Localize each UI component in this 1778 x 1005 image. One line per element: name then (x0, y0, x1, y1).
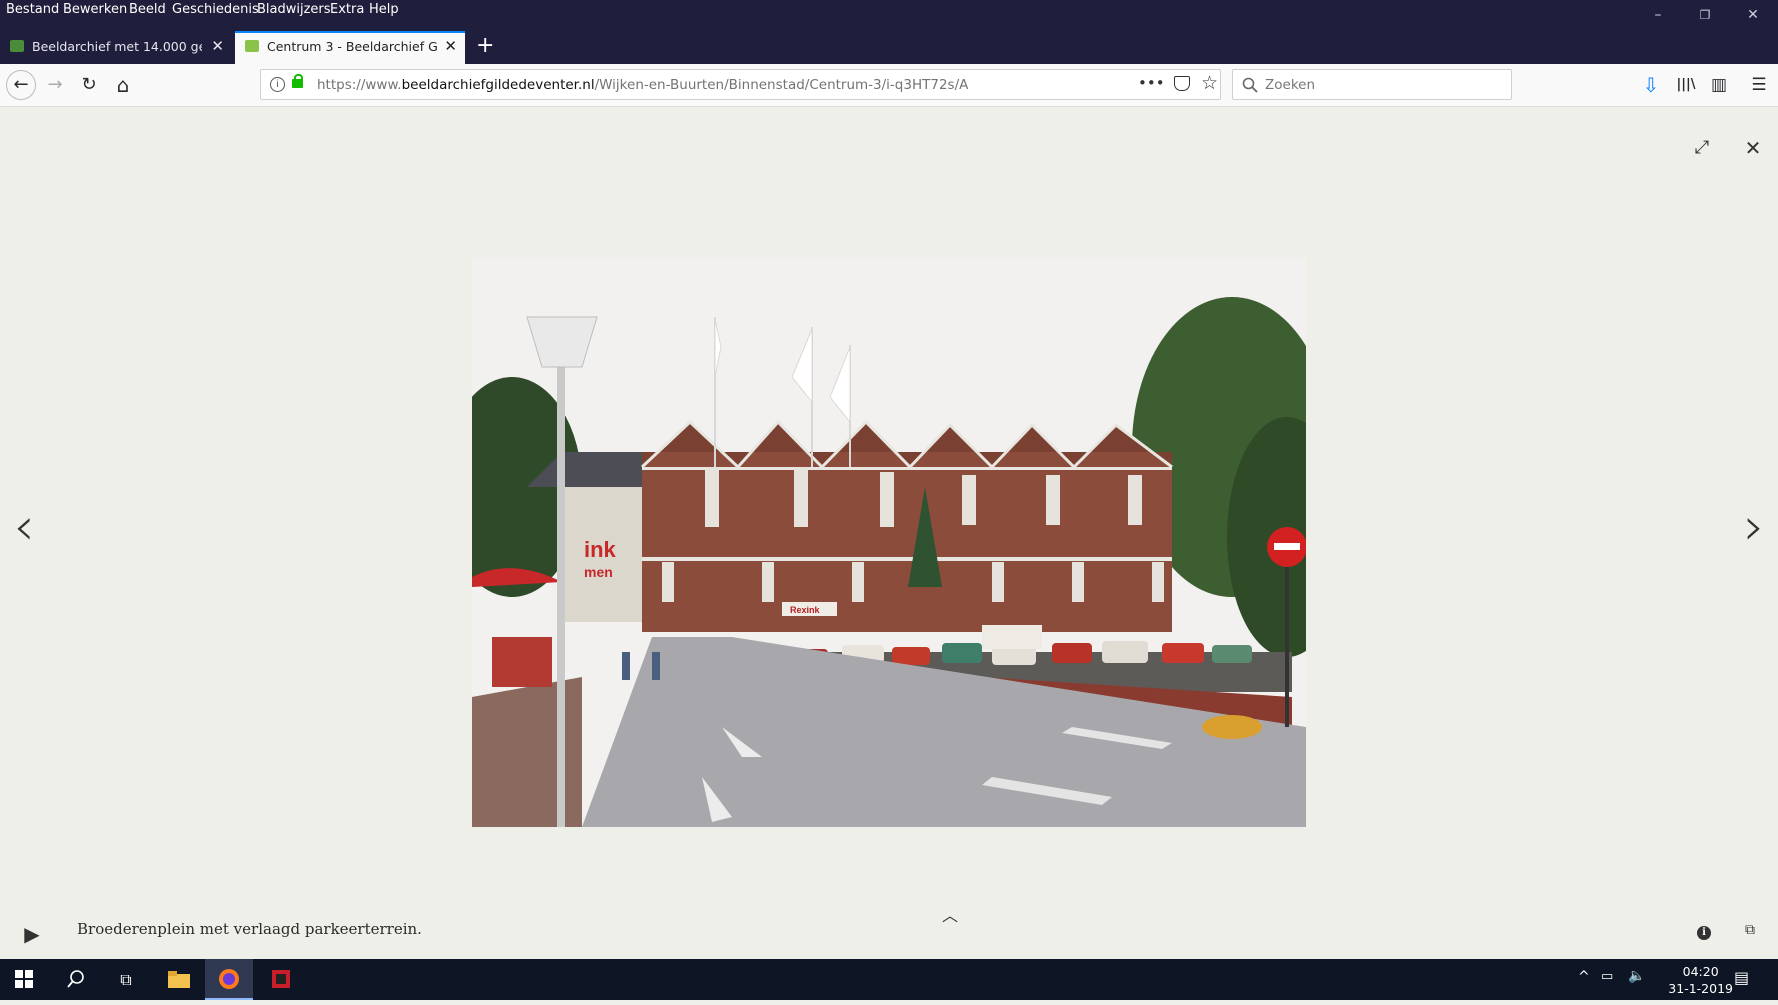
next-photo-icon[interactable]: › (1742, 501, 1766, 553)
task-view-icon[interactable]: ⧉ (102, 959, 150, 1000)
search-icon (1242, 77, 1258, 93)
menu-extra[interactable]: Extra (330, 2, 364, 17)
window-close-button[interactable]: ✕ (1733, 4, 1773, 26)
expand-caption-icon[interactable]: ︿ (938, 902, 962, 926)
close-tab-icon[interactable]: ✕ (211, 37, 224, 55)
clock-time: 04:20 (1682, 964, 1719, 979)
sidebar-icon[interactable]: ▥ (1704, 70, 1734, 100)
taskbar-search-icon[interactable] (52, 959, 100, 1000)
library-icon[interactable]: |||\ (1671, 70, 1701, 100)
tab-label: Beeldarchief met 14.000 gedigi (32, 39, 202, 54)
leaf-favicon-icon (10, 40, 24, 52)
svg-text:men: men (584, 564, 613, 580)
search-placeholder: Zoeken (1265, 77, 1316, 93)
windows-logo-icon (15, 970, 33, 988)
leaf-favicon-icon (245, 40, 259, 52)
minimize-button[interactable]: – (1638, 4, 1678, 26)
tab-label: Centrum 3 - Beeldarchief Gilde (267, 39, 437, 54)
download-icon[interactable]: ⇩ (1636, 70, 1666, 100)
svg-text:Rexink: Rexink (790, 605, 821, 615)
close-viewer-icon[interactable]: ✕ (1741, 136, 1765, 160)
popout-icon[interactable]: ⧉ (1738, 922, 1762, 938)
tab-beeldarchief[interactable]: Beeldarchief met 14.000 gedigi ✕ (0, 31, 232, 64)
url-text: https://www.beeldarchiefgildedeventer.nl… (317, 77, 968, 93)
menu-bewerken[interactable]: Bewerken (63, 2, 127, 17)
forward-button[interactable]: → (40, 70, 70, 100)
photo-image: ink men Rexink (472, 257, 1306, 827)
svg-text:ink: ink (584, 537, 617, 562)
previous-photo-icon[interactable]: ‹ (12, 501, 36, 553)
clock-date: 31-1-2019 (1668, 981, 1733, 996)
menu-bar: Bestand Bewerken Beeld Geschiedenis Blad… (0, 0, 1778, 31)
pocket-icon[interactable] (1174, 76, 1190, 91)
file-explorer-icon[interactable] (155, 959, 203, 1000)
show-hidden-icons[interactable]: ^ (1578, 969, 1590, 985)
page-actions-icon[interactable]: ••• (1138, 74, 1165, 92)
app-taskbar-icon[interactable] (257, 959, 305, 1000)
url-path: /Wijken-en-Buurten/Binnenstad/Centrum-3/… (594, 77, 969, 93)
menu-bladwijzers[interactable]: Bladwijzers (257, 2, 331, 17)
menu-bestand[interactable]: Bestand (6, 2, 59, 17)
info-icon[interactable]: i (270, 77, 285, 92)
url-bar[interactable]: i https://www.beeldarchiefgildedeventer.… (260, 69, 1221, 100)
new-tab-button[interactable]: + (476, 33, 494, 58)
close-tab-icon[interactable]: ✕ (444, 37, 457, 55)
reload-button[interactable]: ↻ (74, 70, 104, 100)
restore-button[interactable]: ❐ (1685, 4, 1725, 26)
lock-shackle-icon (294, 74, 303, 82)
volume-icon[interactable]: 🔈 (1628, 968, 1645, 984)
menu-beeld[interactable]: Beeld (129, 2, 166, 17)
windows-start-icon[interactable] (0, 959, 48, 1000)
menu-help[interactable]: Help (369, 2, 399, 17)
firefox-taskbar-icon[interactable] (205, 959, 253, 1000)
bookmark-star-icon[interactable]: ☆ (1201, 72, 1218, 94)
photo-info-icon[interactable]: i (1697, 926, 1711, 940)
tab-strip: Beeldarchief met 14.000 gedigi ✕ Centrum… (0, 31, 1778, 64)
tab-centrum-3[interactable]: Centrum 3 - Beeldarchief Gilde ✕ (235, 31, 465, 64)
windows-taskbar: ⧉ ^ ▭ 🔈 04:20 31-1-2019 ▤ (0, 959, 1778, 1000)
notifications-icon[interactable]: ▤ (1734, 968, 1749, 987)
home-button[interactable]: ⌂ (108, 70, 138, 100)
photo-caption: Broederenplein met verlaagd parkeerterre… (77, 920, 422, 938)
url-domain: beeldarchiefgildedeventer.nl (401, 77, 595, 93)
back-button[interactable]: ← (6, 70, 36, 100)
fullscreen-icon[interactable]: ⤢ (1690, 137, 1714, 158)
system-clock[interactable]: 04:20 31-1-2019 (1668, 963, 1733, 997)
url-prefix: https://www. (317, 77, 402, 93)
hamburger-menu-icon[interactable]: ☰ (1744, 70, 1774, 100)
menu-geschiedenis[interactable]: Geschiedenis (172, 2, 259, 17)
network-icon[interactable]: ▭ (1601, 969, 1613, 984)
play-slideshow-icon[interactable]: ▶ (20, 922, 44, 946)
search-bar[interactable]: Zoeken (1232, 69, 1512, 100)
